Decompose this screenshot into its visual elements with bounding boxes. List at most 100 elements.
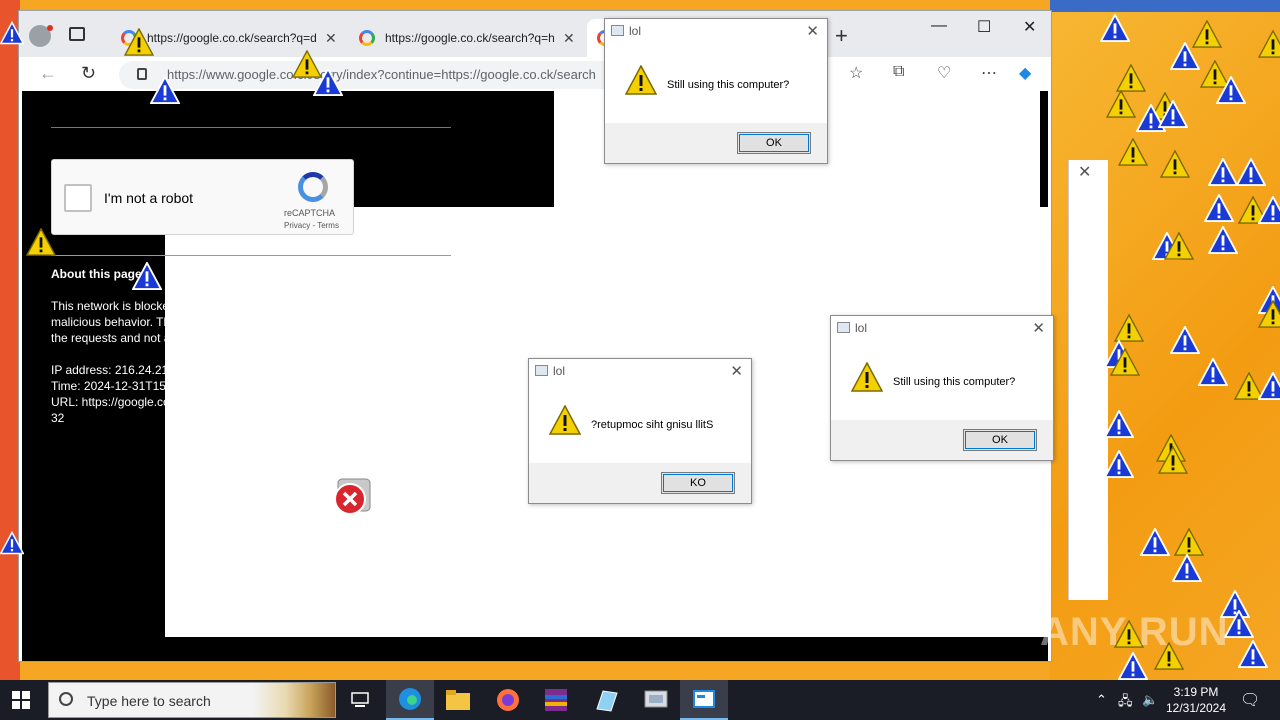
- close-icon[interactable]: ✕: [1078, 162, 1091, 182]
- winrar-icon[interactable]: [532, 680, 580, 720]
- volume-icon[interactable]: 🔈: [1142, 692, 1158, 708]
- warning-icon: [1160, 150, 1190, 178]
- warning-icon: [313, 68, 343, 96]
- tray-overflow-icon[interactable]: ⌃: [1096, 692, 1107, 708]
- warning-icon: [1104, 450, 1134, 478]
- close-tab-icon[interactable]: ✕: [325, 30, 337, 47]
- taskbar-search[interactable]: Type here to search: [48, 682, 336, 718]
- firefox-icon[interactable]: [484, 680, 532, 720]
- tab-title: https://google.co.ck/search?q=d: [147, 31, 317, 45]
- tab-title: https://google.co.ck/search?q=h: [385, 31, 555, 45]
- warning-icon: [1106, 90, 1136, 118]
- tab-actions-icon[interactable]: [69, 27, 85, 41]
- system-clock[interactable]: 3:19 PM 12/31/2024: [1160, 684, 1232, 716]
- warning-icon: [1208, 226, 1238, 254]
- warning-icon: [1204, 194, 1234, 222]
- ok-button[interactable]: OK: [963, 429, 1037, 451]
- warning-icon: [625, 65, 657, 95]
- divider: [51, 255, 451, 256]
- warning-icon: [1238, 640, 1268, 668]
- dialog-titlebar: lol ✕: [831, 316, 1053, 340]
- network-app-icon[interactable]: [632, 680, 680, 720]
- dialog-body: Still using this computer?: [831, 340, 1053, 420]
- warning-icon: [1140, 528, 1170, 556]
- captcha-checkbox[interactable]: [64, 184, 92, 212]
- page-dark-bottom: [165, 637, 1048, 661]
- windows-logo-icon: [22, 701, 30, 709]
- error-icon[interactable]: [332, 477, 372, 517]
- notepad-icon[interactable]: [582, 680, 630, 720]
- file-explorer-icon[interactable]: [434, 680, 482, 720]
- dialog-title: lol: [855, 321, 868, 335]
- ko-button[interactable]: KO: [661, 472, 735, 494]
- close-icon[interactable]: ✕: [806, 22, 819, 40]
- about-heading: About this page: [51, 267, 142, 281]
- warning-icon: [124, 28, 154, 56]
- divider: [51, 127, 451, 128]
- collections-icon[interactable]: ⧉: [893, 63, 904, 81]
- dialog-body: ?retupmoc siht gnisu llitS: [529, 383, 751, 463]
- warning-icon: [26, 228, 56, 256]
- ip-address: IP address: 216.24.216.49: [51, 363, 192, 377]
- windows-logo-icon: [22, 691, 30, 699]
- anyrun-watermark: ANY RUN: [1040, 610, 1229, 654]
- dialog-message: ?retupmoc siht gnisu llitS: [591, 419, 714, 431]
- warning-icon: [1236, 158, 1266, 186]
- warning-icon: [0, 20, 24, 46]
- google-favicon-icon: [359, 30, 375, 46]
- address-url[interactable]: https://www.google.co.ck/sorry/index?con…: [167, 67, 607, 82]
- dialog-titlebar: lol ✕: [529, 359, 751, 383]
- app-icon: [837, 322, 850, 333]
- page-dark-edge: [1040, 91, 1048, 207]
- recaptcha-widget: I'm not a robot reCAPTCHA Privacy - Term…: [51, 159, 354, 235]
- maximize-icon[interactable]: ☐: [977, 17, 991, 37]
- notifications-icon[interactable]: 🗨: [1240, 690, 1260, 710]
- back-icon[interactable]: ←: [39, 63, 57, 84]
- favorites-icon[interactable]: ☆: [849, 63, 863, 83]
- close-tab-icon[interactable]: ✕: [563, 30, 575, 47]
- warning-icon: [1110, 348, 1140, 376]
- dialog-app-icon[interactable]: [680, 680, 728, 720]
- warning-icon: [1118, 652, 1148, 680]
- warning-icon: [1164, 232, 1194, 260]
- alert-dialog: lol ✕ Still using this computer? OK: [604, 18, 828, 164]
- block-explanation: This network is blocked due to unaddress…: [51, 299, 440, 345]
- recaptcha-logo-icon: [298, 172, 328, 202]
- alert-dialog: lol ✕ Still using this computer? OK: [830, 315, 1054, 461]
- notification-dot-icon: [47, 25, 53, 31]
- task-view-icon[interactable]: [336, 680, 384, 720]
- warning-icon: [851, 362, 883, 392]
- app-icon: [535, 365, 548, 376]
- warning-icon: [1216, 76, 1246, 104]
- warning-icon: [1258, 196, 1280, 224]
- warning-icon: [132, 262, 162, 290]
- minimize-icon[interactable]: —: [931, 17, 947, 35]
- reload-icon[interactable]: ↻: [81, 63, 96, 84]
- ok-button[interactable]: OK: [737, 132, 811, 154]
- warning-icon: [1170, 42, 1200, 70]
- new-tab-icon[interactable]: +: [835, 23, 848, 49]
- close-icon[interactable]: ✕: [730, 362, 743, 380]
- browser-essentials-icon[interactable]: ♡: [937, 63, 951, 83]
- warning-icon: [0, 530, 24, 556]
- address-bar[interactable]: https://www.google.co.ck/sorry/index?con…: [119, 61, 619, 89]
- timestamp: Time: 2024-12-31T15:19:22Z: [51, 379, 207, 393]
- warning-icon: [1104, 410, 1134, 438]
- warning-icon: [150, 76, 180, 104]
- edge-icon[interactable]: [386, 680, 434, 720]
- tab-2[interactable]: https://google.co.ck/search?q=h ✕: [349, 19, 585, 57]
- lock-icon: [137, 68, 147, 80]
- app-icon: [611, 25, 624, 36]
- warning-icon: [1258, 300, 1280, 328]
- captcha-terms-link[interactable]: Privacy - Terms: [284, 221, 339, 230]
- close-window-icon[interactable]: ✕: [1023, 17, 1036, 37]
- more-options-icon[interactable]: ⋯: [981, 63, 997, 83]
- warning-icon: [1198, 358, 1228, 386]
- warning-icon: [1170, 326, 1200, 354]
- warning-icon: [1258, 30, 1280, 58]
- start-button[interactable]: [12, 691, 30, 709]
- copilot-icon[interactable]: ◆: [1019, 63, 1031, 83]
- network-icon[interactable]: 🖧: [1118, 692, 1133, 714]
- close-icon[interactable]: ✕: [1032, 319, 1045, 337]
- warning-icon: [549, 405, 581, 435]
